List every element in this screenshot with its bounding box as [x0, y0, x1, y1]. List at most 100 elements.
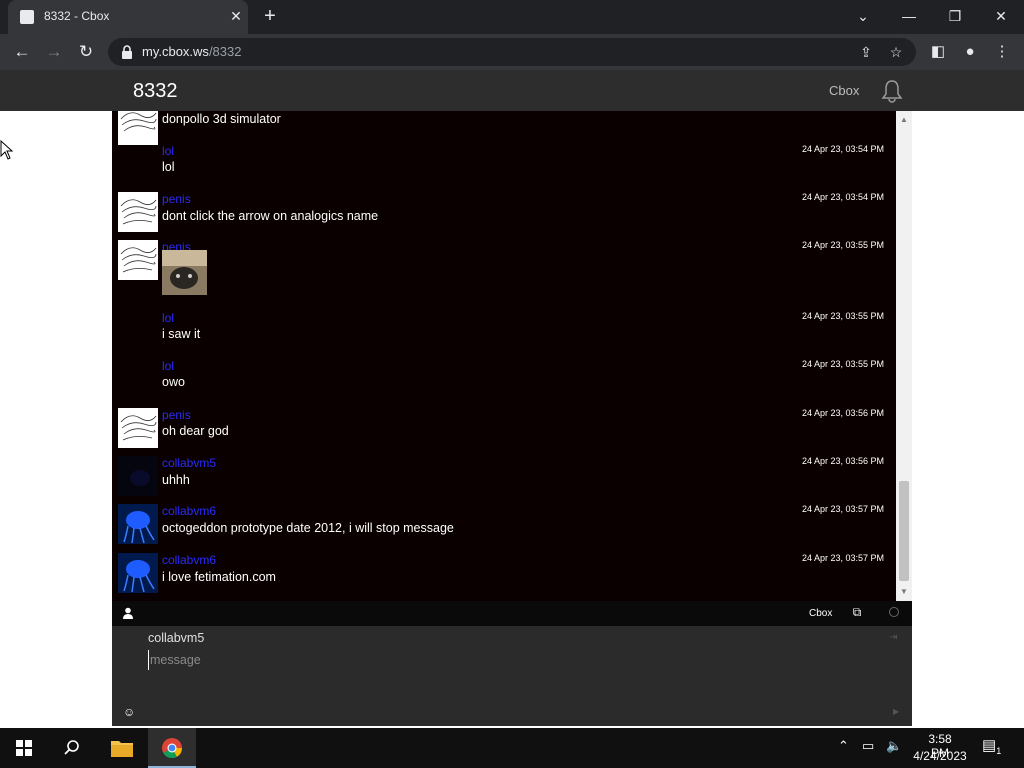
windows-logo-icon — [16, 740, 32, 756]
tab-close-icon[interactable]: ✕ — [226, 6, 246, 26]
list-item: collabvm5 24 Apr 23, 03:56 PM uhhh — [112, 456, 896, 502]
avatar[interactable] — [118, 408, 158, 448]
list-item: penis 24 Apr 23, 03:56 PM oh dear god — [112, 408, 896, 454]
message-text: uhhh — [162, 473, 190, 487]
chat-box: donpollo 3d simulator lol 24 Apr 23, 03:… — [112, 111, 912, 726]
cbox-footer-link[interactable]: Cbox — [809, 608, 832, 619]
message-author[interactable]: lol — [162, 359, 174, 373]
chrome-icon — [162, 738, 183, 759]
scrollbar-thumb[interactable] — [899, 481, 909, 581]
message-text: lol — [162, 160, 175, 174]
tab-search-icon[interactable]: ⌄ — [849, 4, 877, 28]
message-text: octogeddon prototype date 2012, i will s… — [162, 521, 454, 535]
file-explorer-button[interactable] — [98, 728, 146, 768]
message-author[interactable]: penis — [162, 192, 191, 206]
message-author[interactable]: penis — [162, 408, 191, 422]
scroll-down-icon[interactable]: ▼ — [896, 585, 912, 599]
tab-title: 8332 - Cbox — [44, 9, 110, 23]
network-icon[interactable]: ▭ — [862, 738, 874, 754]
list-item: penis 24 Apr 23, 03:54 PM dont click the… — [112, 192, 896, 238]
message-text: oh dear god — [162, 424, 229, 438]
message-image[interactable] — [162, 250, 207, 295]
start-button[interactable] — [0, 728, 48, 768]
restore-button[interactable]: ❐ — [941, 4, 969, 28]
message-text: i love fetimation.com — [162, 570, 276, 584]
new-tab-button[interactable]: + — [258, 5, 282, 29]
avatar[interactable] — [118, 456, 158, 496]
bookmark-star-icon[interactable]: ☆ — [886, 42, 906, 62]
message-text: dont click the arrow on analogics name — [162, 209, 379, 223]
close-window-button[interactable]: ✕ — [987, 4, 1015, 28]
message-author[interactable]: lol — [162, 311, 174, 325]
message-time: 24 Apr 23, 03:56 PM — [801, 456, 884, 466]
scroll-up-icon[interactable]: ▲ — [896, 113, 912, 127]
browser-tab[interactable]: 8332 - Cbox ✕ — [8, 0, 248, 34]
list-item: lol 24 Apr 23, 03:55 PM owo — [112, 359, 896, 405]
bell-icon[interactable] — [879, 78, 905, 104]
message-author[interactable]: collabvm6 — [162, 504, 216, 518]
chrome-taskbar-button[interactable] — [148, 728, 196, 768]
menu-icon[interactable]: ⋮ — [990, 40, 1014, 64]
sign-out-icon[interactable]: ⇥ — [889, 632, 901, 644]
list-item: collabvm6 24 Apr 23, 03:57 PM i love fet… — [112, 553, 896, 599]
message-time: 24 Apr 23, 03:55 PM — [801, 311, 884, 321]
url-text[interactable]: my.cbox.ws/8332 — [142, 44, 241, 59]
share-icon[interactable]: ⇪ — [856, 42, 876, 62]
name-field[interactable]: collabvm5 — [148, 631, 204, 645]
message-time: 24 Apr 23, 03:56 PM — [801, 408, 884, 418]
message-list[interactable]: donpollo 3d simulator lol 24 Apr 23, 03:… — [112, 111, 896, 601]
forward-button[interactable]: → — [42, 40, 66, 64]
address-bar[interactable]: my.cbox.ws/8332 ⇪ ☆ — [108, 38, 916, 66]
message-time: 24 Apr 23, 03:57 PM — [801, 504, 884, 514]
message-input[interactable] — [148, 650, 868, 670]
status-circle-icon[interactable] — [889, 607, 899, 617]
message-text: i saw it — [162, 327, 201, 341]
list-item: collabvm6 24 Apr 23, 03:57 PM octogeddon… — [112, 504, 896, 550]
profile-icon[interactable]: ● — [958, 40, 982, 64]
popout-icon[interactable]: ⧉ — [850, 605, 864, 619]
message-time: 24 Apr 23, 03:54 PM — [801, 192, 884, 202]
list-item: lol 24 Apr 23, 03:55 PM i saw it — [112, 311, 896, 357]
message-author[interactable]: collabvm5 — [162, 456, 216, 470]
emoji-icon[interactable]: ☺ — [123, 706, 135, 718]
message-author[interactable]: lol — [162, 144, 174, 158]
avatar[interactable] — [118, 192, 158, 232]
chat-footer-bar: Cbox ⧉ — [112, 601, 912, 626]
back-button[interactable]: ← — [10, 40, 34, 64]
notification-center-icon[interactable]: ▤1 — [982, 736, 1006, 760]
avatar[interactable] — [118, 111, 158, 145]
search-button[interactable] — [48, 728, 96, 768]
lock-icon[interactable] — [120, 44, 134, 60]
clock-date[interactable]: 4/24/2023 — [910, 749, 970, 763]
url-host: my.cbox.ws — [142, 44, 209, 59]
avatar[interactable] — [118, 553, 158, 593]
tray-chevron-icon[interactable]: ⌃ — [838, 738, 849, 754]
cbox-favicon-icon — [20, 10, 34, 24]
notification-count: 1 — [996, 746, 1002, 756]
user-icon[interactable] — [122, 607, 134, 619]
minimize-button[interactable]: — — [895, 4, 923, 28]
side-panel-icon[interactable]: ◧ — [926, 40, 950, 64]
url-path: /8332 — [208, 44, 242, 59]
reload-button[interactable]: ↻ — [74, 40, 98, 64]
volume-icon[interactable]: 🔈 — [886, 738, 902, 754]
windows-taskbar: ⌃ ▭ 🔈 3:58 PM 4/24/2023 ▤1 — [0, 728, 1024, 768]
mouse-cursor-icon — [0, 140, 14, 160]
page-title: 8332 — [133, 80, 178, 102]
avatar[interactable] — [118, 240, 158, 280]
avatar[interactable] — [118, 504, 158, 544]
message-time: 24 Apr 23, 03:57 PM — [801, 553, 884, 563]
message-scrollbar[interactable]: ▲ ▼ — [896, 111, 912, 601]
message-text: owo — [162, 375, 185, 389]
browser-toolbar: ← → ↻ my.cbox.ws/8332 ⇪ ☆ ◧ ● ⋮ — [0, 34, 1024, 70]
message-author[interactable]: collabvm6 — [162, 553, 216, 567]
page-header: 8332 Cbox — [0, 70, 1024, 111]
search-icon — [64, 740, 79, 755]
message-text: donpollo 3d simulator — [162, 112, 281, 126]
send-arrow-icon[interactable]: ▶ — [893, 707, 899, 716]
folder-icon — [111, 741, 133, 757]
list-item: donpollo 3d simulator — [112, 111, 896, 145]
message-time: 24 Apr 23, 03:55 PM — [801, 240, 884, 250]
cbox-brand-link[interactable]: Cbox — [829, 83, 859, 98]
list-item: penis 24 Apr 23, 03:55 PM — [112, 240, 896, 308]
